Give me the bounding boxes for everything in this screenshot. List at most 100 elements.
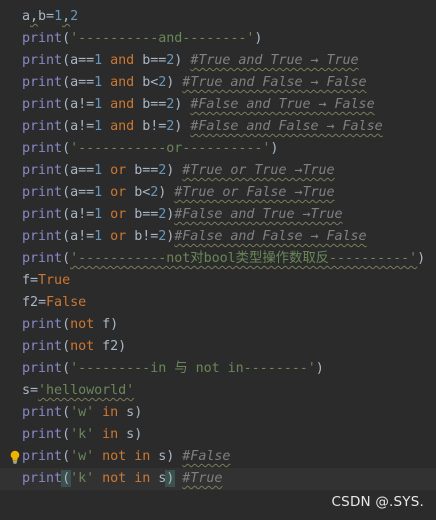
builtin-token: print	[22, 317, 63, 332]
keyword-token: or	[110, 185, 127, 200]
code-line[interactable]: print('w' not in s) #False	[22, 446, 436, 468]
code-line[interactable]: print('w' in s)	[22, 402, 436, 424]
keyword-token: not	[102, 449, 127, 464]
code-token: )	[315, 361, 324, 376]
code-token: b!=	[126, 229, 159, 244]
code-line[interactable]: s='helloworld'	[22, 380, 436, 402]
code-token: (a==	[62, 185, 95, 200]
string-token: 'w'	[70, 405, 95, 420]
builtin-token: print	[22, 361, 63, 376]
code-token: f2)	[94, 339, 127, 354]
code-line[interactable]: f2=False	[22, 292, 436, 314]
code-token: f2=	[22, 295, 47, 310]
code-area[interactable]: a,b=1,2 print('----------and--------') pri…	[0, 6, 436, 490]
code-token: (a==	[62, 53, 95, 68]
code-token: (	[62, 251, 71, 266]
builtin-token: print	[22, 53, 63, 68]
keyword-token: True	[38, 273, 71, 288]
string-token: '---------in 与 not in--------'	[70, 361, 316, 376]
code-line[interactable]: print(not f2)	[22, 336, 436, 358]
builtin-token: print	[22, 207, 63, 222]
editor-gutter[interactable]	[0, 0, 16, 520]
code-line[interactable]: print(a!=1 and b==2) #False and True → F…	[22, 94, 436, 116]
builtin-token: print	[22, 163, 63, 178]
string-token: 'k'	[70, 427, 95, 442]
code-token: s=	[22, 383, 39, 398]
code-line[interactable]: print('k' in s)	[22, 424, 436, 446]
keyword-token: in	[134, 449, 151, 464]
number-token: 1	[94, 119, 103, 134]
number-token: 1	[54, 9, 63, 24]
comment-token: #True and True → True	[190, 53, 359, 68]
code-token: )	[254, 31, 263, 46]
code-line[interactable]: print(not f)	[22, 314, 436, 336]
comment-token: #False and False → False	[174, 229, 367, 244]
code-line[interactable]: f=True	[22, 270, 436, 292]
code-token: (	[62, 405, 71, 420]
code-token: b=	[38, 9, 55, 24]
builtin-token: print	[22, 471, 63, 486]
code-token: (	[62, 317, 71, 332]
builtin-token: print	[22, 339, 63, 354]
comment-token: #False	[182, 449, 231, 464]
code-token: (	[62, 141, 71, 156]
code-line[interactable]: print('-----------or----------')	[22, 138, 436, 160]
builtin-token: print	[22, 97, 63, 112]
code-line[interactable]: print(a!=1 or b==2)#False and True →True	[22, 204, 436, 226]
code-token: b==	[126, 163, 159, 178]
number-token: 1	[94, 97, 103, 112]
code-line[interactable]: print('-----------not对bool类型操作数取反-------…	[22, 248, 436, 270]
code-line[interactable]: print(a!=1 or b!=2)#False and False → Fa…	[22, 226, 436, 248]
code-token: (a!=	[62, 119, 95, 134]
builtin-token: print	[22, 427, 63, 442]
code-token: ,	[62, 9, 71, 24]
string-token: '----------and--------'	[70, 31, 255, 46]
keyword-token: False	[46, 295, 87, 310]
code-token: (	[62, 31, 71, 46]
code-token: (a==	[62, 163, 95, 178]
string-token: '-----------or----------'	[70, 141, 271, 156]
comment-token: #False and True → False	[190, 97, 375, 112]
code-line[interactable]: print(a==1 or b<2) #True or False →True	[22, 182, 436, 204]
code-line[interactable]: a,b=1,2	[22, 6, 436, 28]
code-token: s)	[118, 427, 143, 442]
code-line[interactable]: print(a!=1 and b!=2) #False and False → …	[22, 116, 436, 138]
builtin-token: print	[22, 141, 63, 156]
number-token: 1	[94, 163, 103, 178]
keyword-token: or	[110, 163, 127, 178]
code-token: s)	[150, 449, 175, 464]
comment-token: #True and False → False	[182, 75, 367, 90]
lightbulb-icon[interactable]	[9, 450, 21, 464]
keyword-token: in	[134, 471, 151, 486]
matched-paren-token: (	[61, 470, 72, 487]
code-token: )	[417, 251, 426, 266]
code-line-current[interactable]: print('k' not in s) #True	[0, 468, 436, 490]
builtin-token: print	[22, 449, 63, 464]
code-token: (	[62, 339, 71, 354]
code-line[interactable]: print('---------in 与 not in--------')	[22, 358, 436, 380]
code-line[interactable]: print('----------and--------')	[22, 28, 436, 50]
code-token: b<	[126, 185, 151, 200]
code-editor[interactable]: a,b=1,2 print('----------and--------') pri…	[0, 0, 436, 520]
builtin-token: print	[22, 119, 63, 134]
string-token: 'helloworld'	[38, 383, 135, 398]
keyword-token: not	[102, 471, 127, 486]
code-line[interactable]: print(a==1 or b==2) #True or True →True	[22, 160, 436, 182]
number-token: 1	[94, 207, 103, 222]
code-token: a	[22, 9, 31, 24]
builtin-token: print	[22, 405, 63, 420]
builtin-token: print	[22, 185, 63, 200]
code-token: b<	[134, 75, 159, 90]
builtin-token: print	[22, 251, 63, 266]
code-token: f=	[22, 273, 39, 288]
code-line[interactable]: print(a==1 and b<2) #True and False → Fa…	[22, 72, 436, 94]
code-token: s)	[118, 405, 143, 420]
code-line[interactable]: print(a==1 and b==2) #True and True → Tr…	[22, 50, 436, 72]
